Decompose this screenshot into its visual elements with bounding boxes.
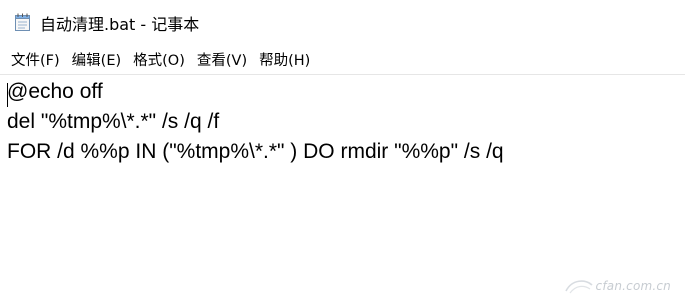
window-title: 自动清理.bat - 记事本 [40,15,200,34]
menu-edit[interactable]: 编辑(E) [67,47,126,72]
menu-help[interactable]: 帮助(H) [254,47,315,72]
editor-line-2: del "%tmp%\*.*" /s /q /f [7,110,220,133]
menu-file[interactable]: 文件(F) [6,47,65,72]
title-bar[interactable]: 自动清理.bat - 记事本 [0,0,685,42]
text-editor-area[interactable]: @echo off del "%tmp%\*.*" /s /q /f FOR /… [0,74,685,299]
menu-view[interactable]: 查看(V) [192,47,252,72]
watermark: cfan.com.cn [562,277,671,295]
cfan-logo-icon [564,280,593,294]
editor-line-1: @echo off [7,80,103,103]
editor-line-3: FOR /d %%p IN ("%tmp%\*.*" ) DO rmdir "%… [7,140,504,163]
menu-format[interactable]: 格式(O) [128,47,190,72]
notepad-window: 自动清理.bat - 记事本 文件(F) 编辑(E) 格式(O) 查看(V) 帮… [0,0,685,299]
menu-bar: 文件(F) 编辑(E) 格式(O) 查看(V) 帮助(H) [0,46,685,72]
notepad-icon [15,13,30,31]
watermark-text: cfan.com.cn [595,279,671,293]
